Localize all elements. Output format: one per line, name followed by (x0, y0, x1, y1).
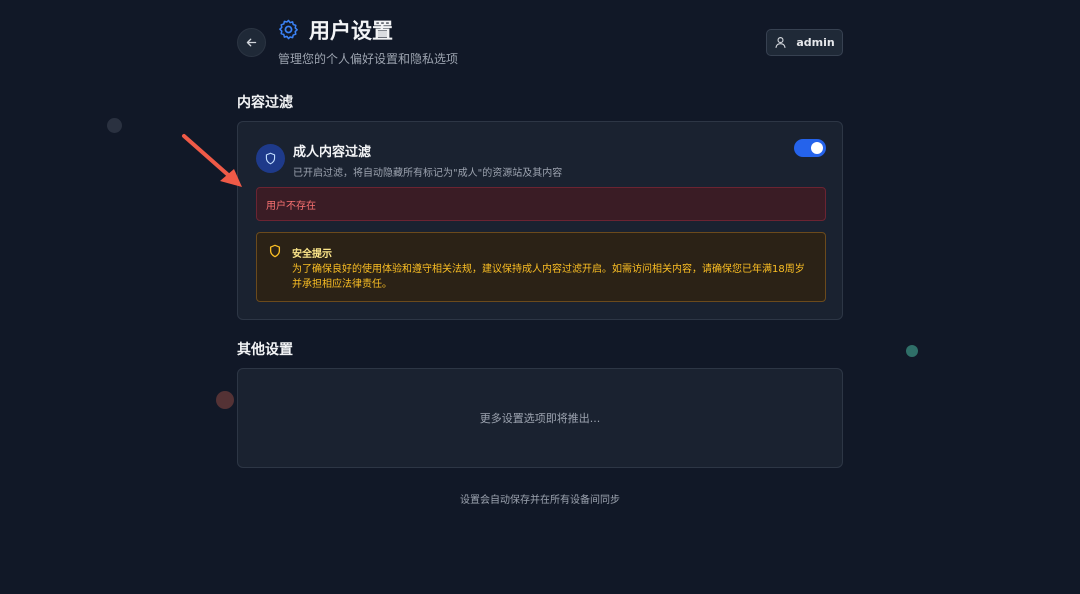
toggle-knob (811, 142, 823, 154)
warning-text: 为了确保良好的使用体验和遵守相关法规，建议保持成人内容过滤开启。如需访问相关内容… (292, 264, 805, 290)
warning-title: 安全提示 (292, 249, 332, 260)
section-heading-other-settings: 其他设置 (237, 342, 293, 358)
username: admin (796, 36, 835, 49)
adult-filter-title: 成人内容过滤 (293, 145, 372, 160)
error-message: 用户不存在 (256, 187, 826, 221)
user-icon (775, 37, 786, 48)
other-settings-card: 更多设置选项即将推出... (237, 368, 843, 468)
user-menu-button[interactable]: admin (766, 29, 843, 56)
decorative-dot (216, 391, 234, 409)
annotation-arrow-icon (182, 134, 242, 187)
back-button[interactable] (237, 28, 266, 57)
autosave-note: 设置会自动保存并在所有设备间同步 (460, 495, 620, 506)
decorative-dot (107, 118, 122, 133)
content-filter-card: 成人内容过滤 已开启过滤，将自动隐藏所有标记为"成人"的资源站及其内容 用户不存… (237, 121, 843, 320)
page-title: 用户设置 (309, 19, 393, 43)
section-heading-content-filter: 内容过滤 (237, 95, 293, 111)
shield-warning-icon (269, 244, 281, 258)
shield-icon (265, 152, 276, 165)
adult-filter-description: 已开启过滤，将自动隐藏所有标记为"成人"的资源站及其内容 (293, 168, 563, 179)
security-warning: 安全提示 为了确保良好的使用体验和遵守相关法规，建议保持成人内容过滤开启。如需访… (256, 232, 826, 302)
gear-icon (279, 19, 298, 40)
page-subtitle: 管理您的个人偏好设置和隐私选项 (278, 52, 459, 66)
coming-soon-text: 更多设置选项即将推出... (479, 412, 601, 425)
filter-icon-badge (256, 144, 285, 173)
decorative-dot (906, 345, 918, 357)
arrow-left-icon (246, 38, 257, 47)
adult-filter-toggle[interactable] (794, 139, 826, 157)
settings-page: 用户设置 管理您的个人偏好设置和隐私选项 admin 内容过滤 成人内容过滤 已… (0, 0, 1080, 594)
